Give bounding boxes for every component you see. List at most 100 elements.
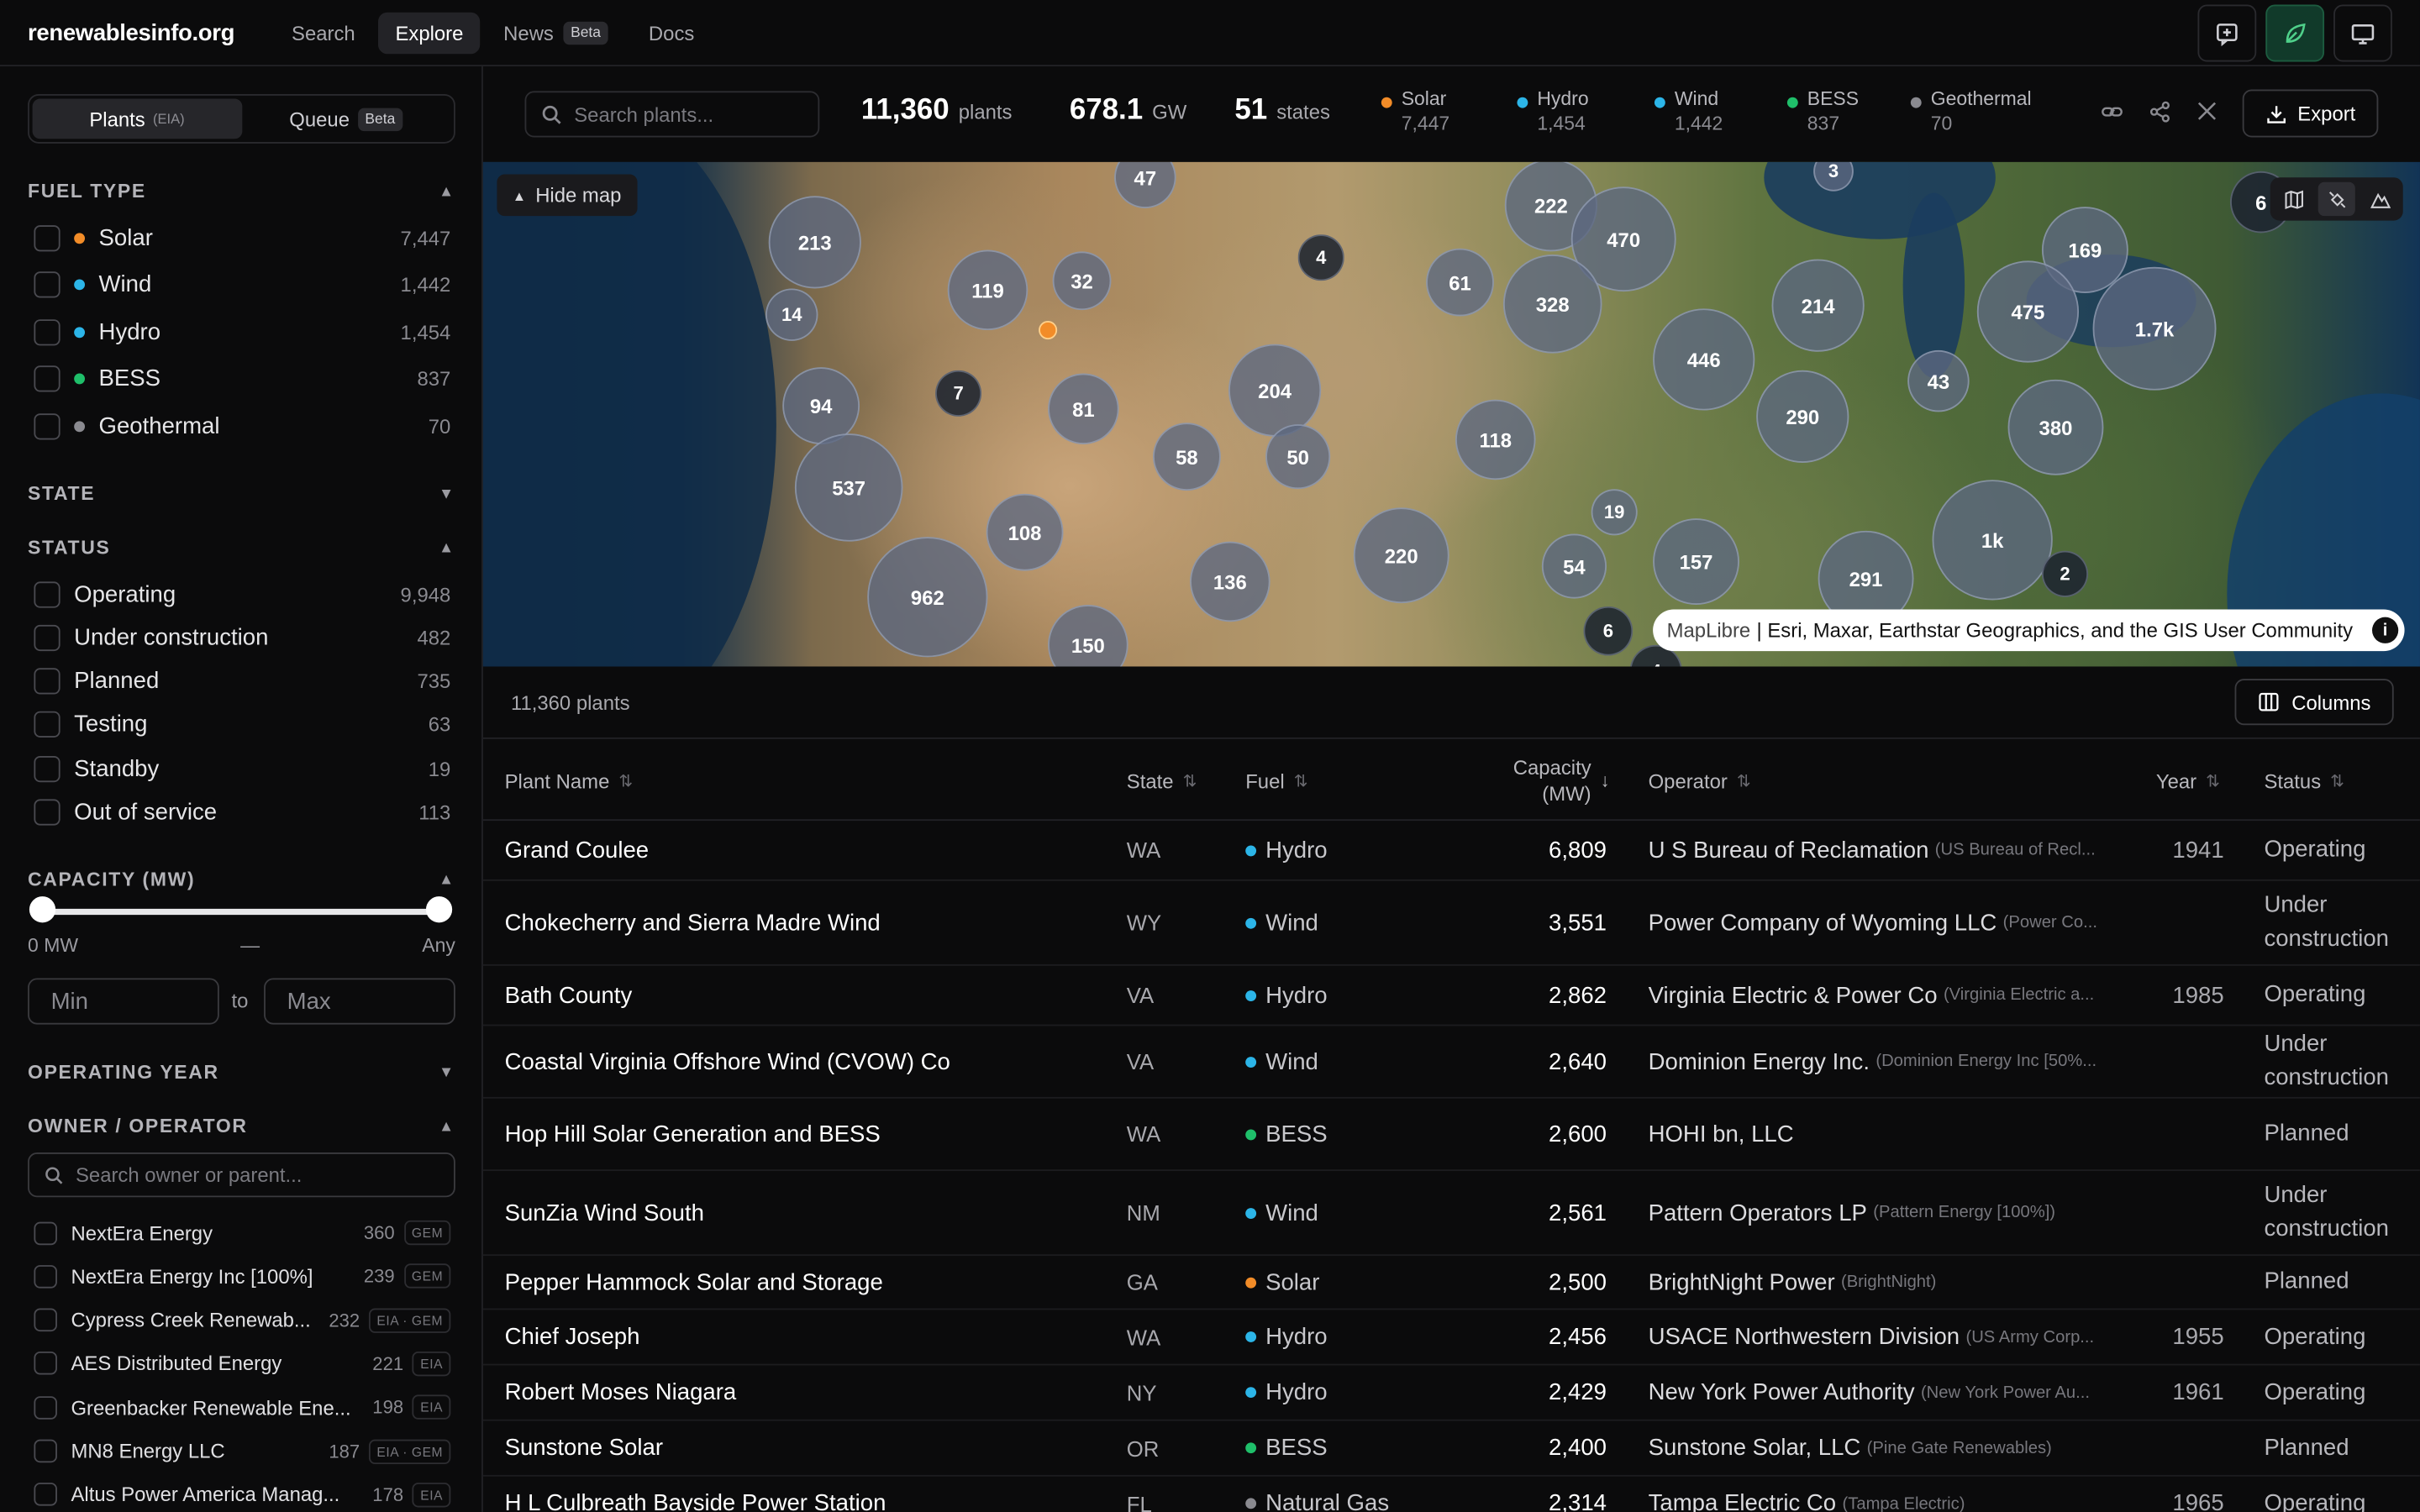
operating-year-header[interactable]: OPERATING YEAR ▼ (28, 1062, 455, 1084)
state-header[interactable]: STATE ▼ (28, 483, 455, 505)
fuel-filter-geothermal[interactable]: Geothermal 70 (34, 409, 450, 443)
checkbox[interactable] (34, 1483, 57, 1507)
map-cluster[interactable]: 136 (1190, 541, 1270, 622)
link-icon[interactable] (2101, 100, 2124, 128)
map-cluster[interactable]: 81 (1048, 373, 1119, 444)
map-cluster[interactable]: 157 (1653, 518, 1739, 605)
owner-filter-item[interactable]: Greenbacker Renewable Ene... 198 EIA (34, 1392, 451, 1423)
table-row[interactable]: SunZia Wind South NM Wind 2,561 Pattern Oper… (482, 1171, 2420, 1257)
fuel-type-header[interactable]: FUEL TYPE ▲ (28, 181, 455, 202)
owner-filter-item[interactable]: NextEra Energy 360 GEM (34, 1217, 451, 1248)
map-cluster[interactable]: 4 (1297, 234, 1344, 281)
tab-plants[interactable]: Plants (EIA) (32, 98, 242, 139)
brand-logo[interactable]: renewablesinfo.org (28, 19, 234, 45)
solar-plant-marker[interactable] (1039, 321, 1058, 340)
header-fuel[interactable]: Fuel ⇅ (1245, 739, 1307, 822)
plant-name-cell[interactable]: Coastal Virginia Offshore Wind (CVOW) Co (505, 1026, 950, 1096)
checkbox[interactable] (34, 1308, 57, 1332)
header-operator[interactable]: Operator ⇅ (1649, 739, 1751, 822)
status-filter-testing[interactable]: Testing 63 (34, 708, 450, 742)
plant-name-cell[interactable]: Hop Hill Solar Generation and BESS (505, 1099, 881, 1169)
checkbox[interactable] (34, 1221, 57, 1245)
owner-operator-header[interactable]: OWNER / OPERATOR ▲ (28, 1116, 455, 1137)
owner-filter-item[interactable]: AES Distributed Energy 221 EIA (34, 1348, 451, 1379)
map-cluster[interactable]: 61 (1426, 248, 1494, 317)
tab-queue[interactable]: Queue Beta (241, 99, 450, 139)
checkbox[interactable] (34, 1264, 57, 1289)
display-button[interactable] (2333, 4, 2392, 62)
fuel-filter-bess[interactable]: BESS 837 (34, 362, 450, 396)
map-cluster[interactable]: 290 (1756, 370, 1849, 464)
map-cluster[interactable]: 119 (947, 249, 1028, 331)
checkbox[interactable] (34, 711, 60, 738)
table-row[interactable]: Sunstone Solar OR BESS 2,400 Sunstone Solar,… (482, 1421, 2420, 1477)
theme-leaf-button[interactable] (2265, 4, 2325, 62)
plant-name-cell[interactable]: Sunstone Solar (505, 1421, 663, 1475)
map-cluster[interactable]: 962 (867, 537, 988, 658)
nav-news[interactable]: News Beta (487, 12, 625, 54)
map-cluster[interactable]: 108 (986, 493, 1064, 571)
capacity-min-input[interactable]: Min (28, 978, 219, 1025)
table-row[interactable]: Chokecherry and Sierra Madre Wind WY Wind 3… (482, 881, 2420, 966)
capacity-slider-max-handle[interactable] (425, 896, 453, 923)
map-cluster[interactable]: 7 (935, 370, 982, 417)
map-cluster[interactable]: 328 (1502, 255, 1602, 354)
owner-filter-item[interactable]: NextEra Energy Inc [100%] 239 GEM (34, 1261, 451, 1292)
info-icon[interactable]: i (2372, 617, 2399, 643)
map-cluster[interactable]: 1.7k (2092, 266, 2217, 391)
map-cluster[interactable]: 50 (1265, 424, 1331, 490)
checkbox[interactable] (34, 224, 60, 251)
nav-search[interactable]: Search (275, 12, 372, 54)
owner-search-input[interactable]: Search owner or parent... (28, 1152, 455, 1198)
map-cluster[interactable]: 1k (1932, 480, 2053, 601)
status-filter-under-construction[interactable]: Under construction 482 (34, 621, 450, 654)
share-icon[interactable] (2149, 100, 2172, 128)
x-social-icon[interactable] (2196, 100, 2218, 126)
satellite-icon[interactable] (2317, 181, 2355, 217)
header-status[interactable]: Status ⇅ (2264, 739, 2344, 822)
export-button[interactable]: Export (2242, 89, 2379, 138)
checkbox[interactable] (34, 271, 60, 298)
checkbox[interactable] (34, 799, 60, 826)
fuel-filter-solar[interactable]: Solar 7,447 (34, 221, 450, 255)
map-cluster[interactable]: 446 (1653, 308, 1755, 411)
checkbox[interactable] (34, 318, 60, 345)
table-row[interactable]: Robert Moses Niagara NY Hydro 2,429 New York… (482, 1365, 2420, 1421)
feedback-button[interactable] (2197, 4, 2257, 62)
owner-filter-item[interactable]: Altus Power America Manag... 178 EIA (34, 1479, 451, 1510)
table-row[interactable]: H L Culbreath Bayside Power Station FL Nat… (483, 1477, 2420, 1512)
plant-name-cell[interactable]: H L Culbreath Bayside Power Station (505, 1477, 886, 1512)
table-row[interactable]: Bath County VA Hydro 2,862 Virginia Electric… (482, 966, 2420, 1026)
map-cluster[interactable]: 54 (1541, 533, 1607, 599)
status-filter-standby[interactable]: Standby 19 (34, 752, 450, 785)
header-plant-name[interactable]: Plant Name ⇅ (505, 739, 634, 822)
map-cluster[interactable]: 14 (765, 288, 818, 341)
checkbox[interactable] (34, 1439, 57, 1463)
map-icon[interactable] (2275, 182, 2312, 216)
checkbox[interactable] (34, 365, 60, 392)
status-filter-planned[interactable]: Planned 735 (34, 664, 450, 698)
status-filter-operating[interactable]: Operating 9,948 (34, 577, 450, 611)
plant-name-cell[interactable]: Bath County (505, 966, 633, 1025)
header-year[interactable]: Year ⇅ (2156, 739, 2220, 822)
map-cluster[interactable]: 6 (1583, 606, 1634, 656)
plant-name-cell[interactable]: Robert Moses Niagara (505, 1365, 737, 1419)
checkbox[interactable] (34, 668, 60, 695)
table-row[interactable]: Chief Joseph WA Hydro 2,456 USACE Northweste… (482, 1310, 2420, 1366)
capacity-header[interactable]: CAPACITY (MW) ▲ (28, 869, 455, 890)
map-cluster[interactable]: 150 (1048, 604, 1128, 667)
checkbox[interactable] (34, 580, 60, 607)
map-cluster[interactable]: 204 (1228, 344, 1322, 437)
map-cluster[interactable]: 537 (794, 433, 903, 542)
status-header[interactable]: STATUS ▲ (28, 537, 455, 559)
table-row[interactable]: Pepper Hammock Solar and Storage GA Solar 2… (482, 1256, 2420, 1310)
map-cluster[interactable]: 2 (2041, 550, 2089, 597)
checkbox[interactable] (34, 755, 60, 782)
map-cluster[interactable]: 47 (1114, 161, 1176, 208)
map-cluster[interactable]: 58 (1153, 423, 1221, 491)
fuel-filter-wind[interactable]: Wind 1,442 (34, 268, 450, 302)
plant-name-cell[interactable]: Chokecherry and Sierra Madre Wind (505, 881, 881, 964)
map-cluster[interactable]: 213 (768, 196, 861, 289)
plant-name-cell[interactable]: Pepper Hammock Solar and Storage (505, 1256, 883, 1308)
capacity-max-input[interactable]: Max (264, 978, 455, 1025)
